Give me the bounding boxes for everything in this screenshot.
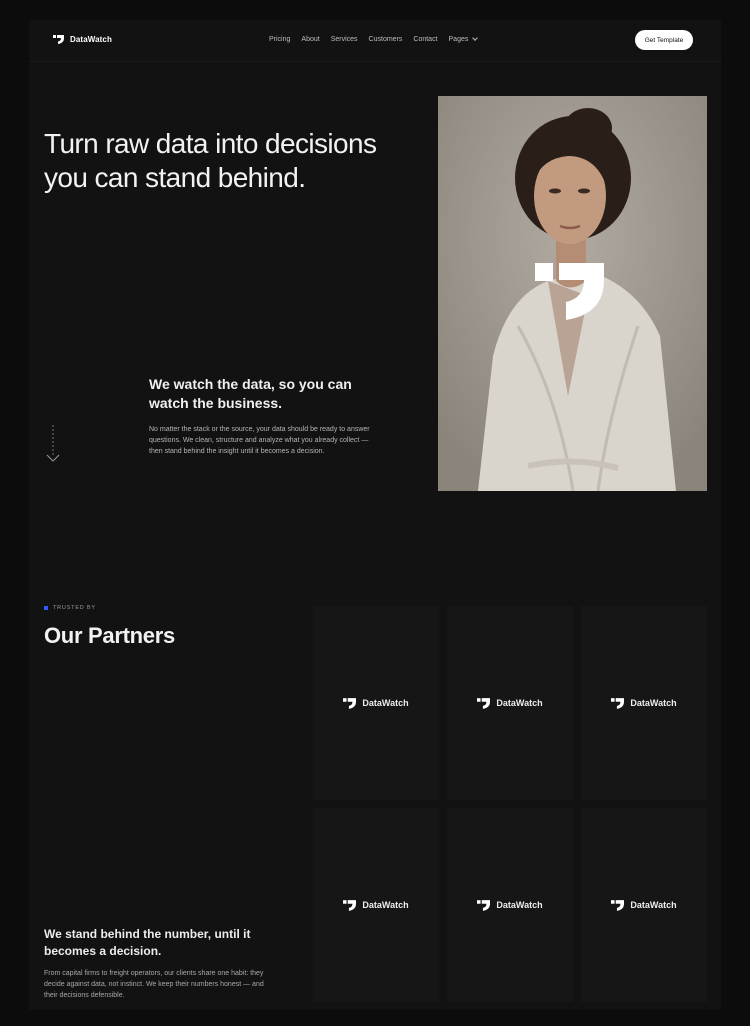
partner-logo-name: DataWatch (630, 698, 677, 708)
quote-mark-icon (477, 899, 491, 911)
portrait-woman-photo (438, 96, 707, 491)
nav-link-customers[interactable]: Customers (369, 36, 403, 43)
partner-logo-name: DataWatch (496, 900, 543, 910)
partners-heading: We stand behind the number, until it bec… (44, 927, 251, 958)
nav-link-pages-label: Pages (448, 36, 469, 43)
quote-mark-icon (343, 899, 357, 911)
partner-logo-tile: DataWatch (313, 606, 439, 800)
partners-title: Our Partners (44, 623, 175, 648)
hero-title: Turn raw data into decisions you can sta… (44, 128, 377, 193)
partner-logo-tile: DataWatch (581, 606, 707, 800)
hero-paragraph: No matter the stack or the source, your … (149, 426, 370, 455)
partner-logo-name: DataWatch (496, 698, 543, 708)
nav-link-services[interactable]: Services (331, 36, 358, 43)
brand-name: DataWatch (70, 35, 112, 44)
brand-logo[interactable]: DataWatch (53, 35, 112, 44)
nav-link-contact[interactable]: Contact (413, 36, 437, 43)
nav-link-about[interactable]: About (301, 36, 319, 43)
quote-mark-icon (611, 697, 625, 709)
trusted-by-eyebrow: TRUSTED BY (44, 605, 96, 611)
partner-logo-tile: DataWatch (447, 606, 573, 800)
top-navbar: DataWatch Pricing About Services Custome… (29, 20, 721, 62)
page-frame: DataWatch Pricing About Services Custome… (29, 20, 721, 1010)
chevron-down-icon (472, 35, 479, 41)
quote-mark-icon (53, 35, 64, 44)
get-template-button[interactable]: Get Template (635, 30, 693, 50)
scroll-down-icon[interactable] (45, 425, 61, 465)
eyebrow-label: TRUSTED BY (53, 605, 96, 611)
partner-logo-name: DataWatch (362, 900, 409, 910)
partner-logo-grid: DataWatch DataWatch DataWatch DataWatch … (313, 606, 707, 1026)
hero-subheading: We watch the data, so you can watch the … (149, 376, 352, 411)
quote-mark-icon (477, 697, 491, 709)
partner-logo-tile: DataWatch (313, 808, 439, 1002)
nav-links: Pricing About Services Customers Contact… (269, 35, 479, 43)
hero-portrait-image (438, 96, 707, 491)
partner-logo-tile: DataWatch (581, 808, 707, 1002)
accent-square-icon (44, 606, 48, 610)
quote-mark-icon (343, 697, 357, 709)
partner-logo-name: DataWatch (630, 900, 677, 910)
partner-logo-tile: DataWatch (447, 808, 573, 1002)
partner-logo-name: DataWatch (362, 698, 409, 708)
nav-link-pricing[interactable]: Pricing (269, 36, 290, 43)
quote-mark-icon (611, 899, 625, 911)
partners-paragraph: From capital firms to freight operators,… (44, 970, 264, 999)
nav-link-pages[interactable]: Pages (448, 35, 479, 43)
